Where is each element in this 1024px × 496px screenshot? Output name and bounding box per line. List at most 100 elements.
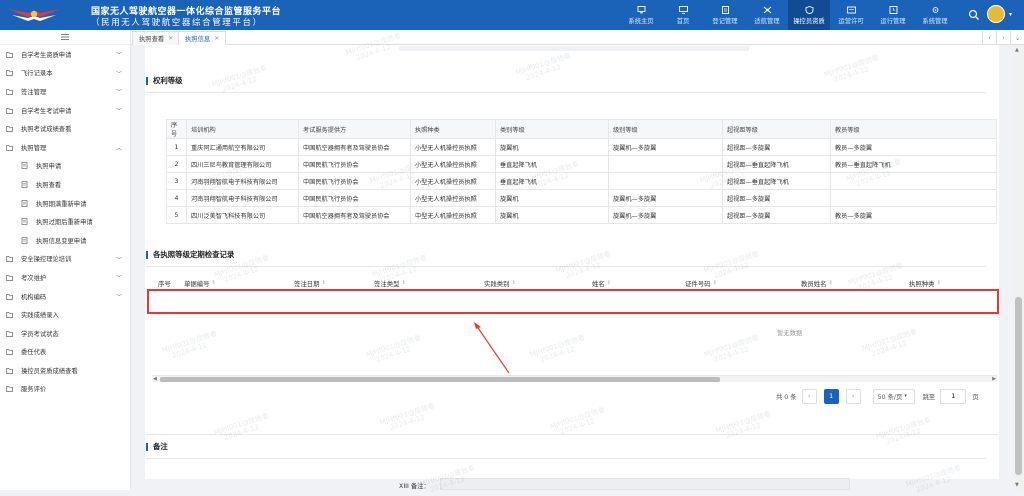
nav-operation-management[interactable]: 运行管理	[872, 0, 914, 30]
sidebar-item[interactable]: 执照过期后重新申请	[0, 212, 130, 231]
sidebar-item[interactable]: 考次维护 ﹀	[0, 268, 130, 287]
nav-system-home[interactable]: 系统主页	[620, 0, 662, 30]
sort-icon[interactable]: ⇕	[402, 280, 406, 286]
sort-icon[interactable]: ⇕	[512, 280, 516, 286]
column-header[interactable]: 执照种类 ⇕	[905, 278, 997, 288]
empty-state-text: 暂无数据	[777, 330, 803, 337]
sidebar-item-label: 机构编码	[21, 293, 47, 301]
sidebar-item[interactable]: 学员考试状态	[0, 324, 130, 343]
clock-icon	[889, 5, 898, 14]
sidebar-item-label: 执照过期后重新申请	[36, 219, 93, 227]
column-header[interactable]: 实践类别 ⇕	[480, 278, 588, 288]
table-cell: 旋翼机—多旋翼	[608, 206, 723, 224]
page-number-button[interactable]: 1	[823, 388, 839, 404]
column-header: 考试服务提供方	[298, 119, 411, 139]
caac-wings-logo-icon	[8, 9, 60, 21]
document-icon	[21, 199, 28, 207]
table-cell: 旋翼机—多旋翼	[608, 138, 723, 156]
sidebar-item[interactable]: 服务评价	[0, 380, 130, 399]
sidebar-item[interactable]: 自学考生资质申请 ﹀	[0, 45, 130, 64]
sidebar-item[interactable]: 安全操控理论培训 ﹀	[0, 250, 130, 269]
scroll-left-icon[interactable]: ◀	[153, 376, 157, 382]
tab-license-info[interactable]: 执照信息 ✕	[178, 31, 227, 45]
table-cell: 超视距—垂直起降飞机	[722, 172, 831, 190]
sidebar-item[interactable]: 飞行记录本 ﹀	[0, 64, 130, 83]
goto-page-input[interactable]	[940, 388, 967, 404]
column-header[interactable]: 证件号码 ⇕	[681, 278, 797, 288]
column-header[interactable]: 单据编号 ⇕	[180, 278, 290, 288]
tab-menu-button[interactable]: ⌄	[1010, 31, 1024, 44]
tab-scroll-left-button[interactable]: ‹	[982, 31, 996, 44]
sort-icon[interactable]: ⇕	[607, 280, 611, 286]
sort-icon[interactable]: ⇕	[212, 280, 216, 286]
sort-icon[interactable]: ⇕	[829, 280, 833, 286]
page-size-select[interactable]: 50 条/页 ▾	[872, 388, 915, 404]
sort-icon[interactable]: ⇕	[937, 280, 941, 286]
folder-icon	[6, 125, 13, 133]
sidebar-item[interactable]: 委任代表	[0, 343, 130, 362]
top-header: 国家无人驾驶航空器一体化综合监管服务平台 （民用无人驾驶航空器综合管理平台） 系…	[0, 0, 1024, 30]
sidebar-item-label: 执照管理	[21, 144, 47, 152]
nav-registration[interactable]: 登记管理	[704, 0, 746, 30]
sidebar-item[interactable]: 执照查看	[0, 175, 130, 194]
tab-license-view[interactable]: 执照查看 ✕	[132, 31, 181, 45]
scrollbar-thumb[interactable]	[160, 377, 720, 382]
sidebar-item[interactable]: 签注管理 ﹀	[0, 82, 130, 101]
nav-airworthiness[interactable]: 适航管理	[746, 0, 788, 30]
sort-icon[interactable]: ⇕	[713, 280, 717, 286]
sidebar-item[interactable]: 实践成绩录入	[0, 305, 130, 324]
main-content	[131, 45, 1013, 490]
close-icon[interactable]: ✕	[214, 35, 219, 42]
folder-icon	[6, 293, 13, 300]
remarks-field	[440, 478, 850, 490]
nav-operator-qualification[interactable]: 操控员资质	[788, 0, 830, 30]
column-header: 级别等级	[608, 119, 723, 139]
table-cell	[608, 172, 723, 190]
tab-scroll-right-button[interactable]: ›	[996, 31, 1010, 44]
column-header[interactable]: 教员姓名 ⇕	[797, 278, 905, 288]
sidebar-item[interactable]: 执照期满重新申请	[0, 194, 130, 213]
sidebar-item[interactable]: 执照申请	[0, 157, 130, 176]
sidebar-item-label: 执照期满重新申请	[36, 200, 87, 208]
column-header[interactable]: 签注日期 ⇕	[290, 278, 370, 288]
chevron-left-icon: ‹	[807, 392, 811, 400]
sidebar-item[interactable]: 自学考生考试申请 ﹀	[0, 101, 130, 120]
column-header[interactable]: 序号	[152, 278, 180, 288]
column-header: 培训机构	[186, 119, 299, 139]
nav-home[interactable]: 首页	[662, 0, 704, 30]
prev-page-button[interactable]: ‹	[801, 388, 817, 404]
vertical-scrollbar[interactable]: ▲ ▼	[1013, 45, 1024, 490]
folder-icon	[6, 255, 13, 263]
close-icon[interactable]: ✕	[168, 35, 173, 42]
sidebar-item[interactable]: 执照考试成绩查看	[0, 119, 130, 138]
user-avatar[interactable]	[987, 5, 1005, 23]
sidebar-collapse-button[interactable]	[0, 30, 130, 45]
table-cell: 中国民航飞行员协会	[298, 172, 411, 190]
column-header[interactable]: 姓名 ⇕	[588, 278, 681, 288]
previous-section-field	[399, 46, 749, 51]
scroll-right-icon[interactable]: ▶	[992, 376, 996, 382]
next-page-button[interactable]: ›	[845, 388, 861, 404]
column-header[interactable]: 签注类型 ⇕	[370, 278, 480, 288]
sidebar-item[interactable]: 机构编码 ﹀	[0, 287, 130, 306]
sidebar: 自学考生资质申请 ﹀ 飞行记录本 ﹀ 签注管理 ﹀ 自学考生考试申请 ﹀ 执照考试成绩查看 执照管…	[0, 30, 131, 490]
sidebar-item[interactable]: 执照管理 ︿	[0, 138, 130, 157]
search-icon[interactable]	[968, 9, 980, 21]
scroll-up-icon[interactable]: ▲	[1015, 47, 1019, 53]
table-cell: 4	[166, 189, 187, 207]
table-cell: 中国民航飞行员协会	[298, 189, 411, 207]
chevron-down-icon[interactable]: ▾	[1009, 11, 1017, 19]
sidebar-menu: 自学考生资质申请 ﹀ 飞行记录本 ﹀ 签注管理 ﹀ 自学考生考试申请 ﹀ 执照考试成绩查看 执照管…	[0, 45, 130, 398]
nav-system-management[interactable]: 系统管理	[914, 0, 956, 30]
records-section-title: 各执照等级定期检查记录	[146, 251, 234, 259]
sidebar-item[interactable]: 操控员资质成绩查看	[0, 361, 130, 380]
sidebar-item[interactable]: 执照信息变更申请	[0, 231, 130, 250]
horizontal-scrollbar[interactable]: ◀ ▶	[152, 375, 997, 382]
document-icon	[21, 218, 28, 225]
sidebar-item-label: 执照考试成绩查看	[21, 126, 72, 134]
sort-icon[interactable]: ⇕	[322, 280, 326, 286]
table-row: 4 河南羽翔智航电子科技有限公司 中国民航飞行员协会 小型无人机操控员执照 旋翼机 旋翼机…	[166, 189, 997, 207]
scroll-down-icon[interactable]: ▼	[1015, 482, 1019, 488]
scrollbar-thumb[interactable]	[1015, 297, 1022, 475]
nav-operation-license[interactable]: 运营许可	[830, 0, 872, 30]
